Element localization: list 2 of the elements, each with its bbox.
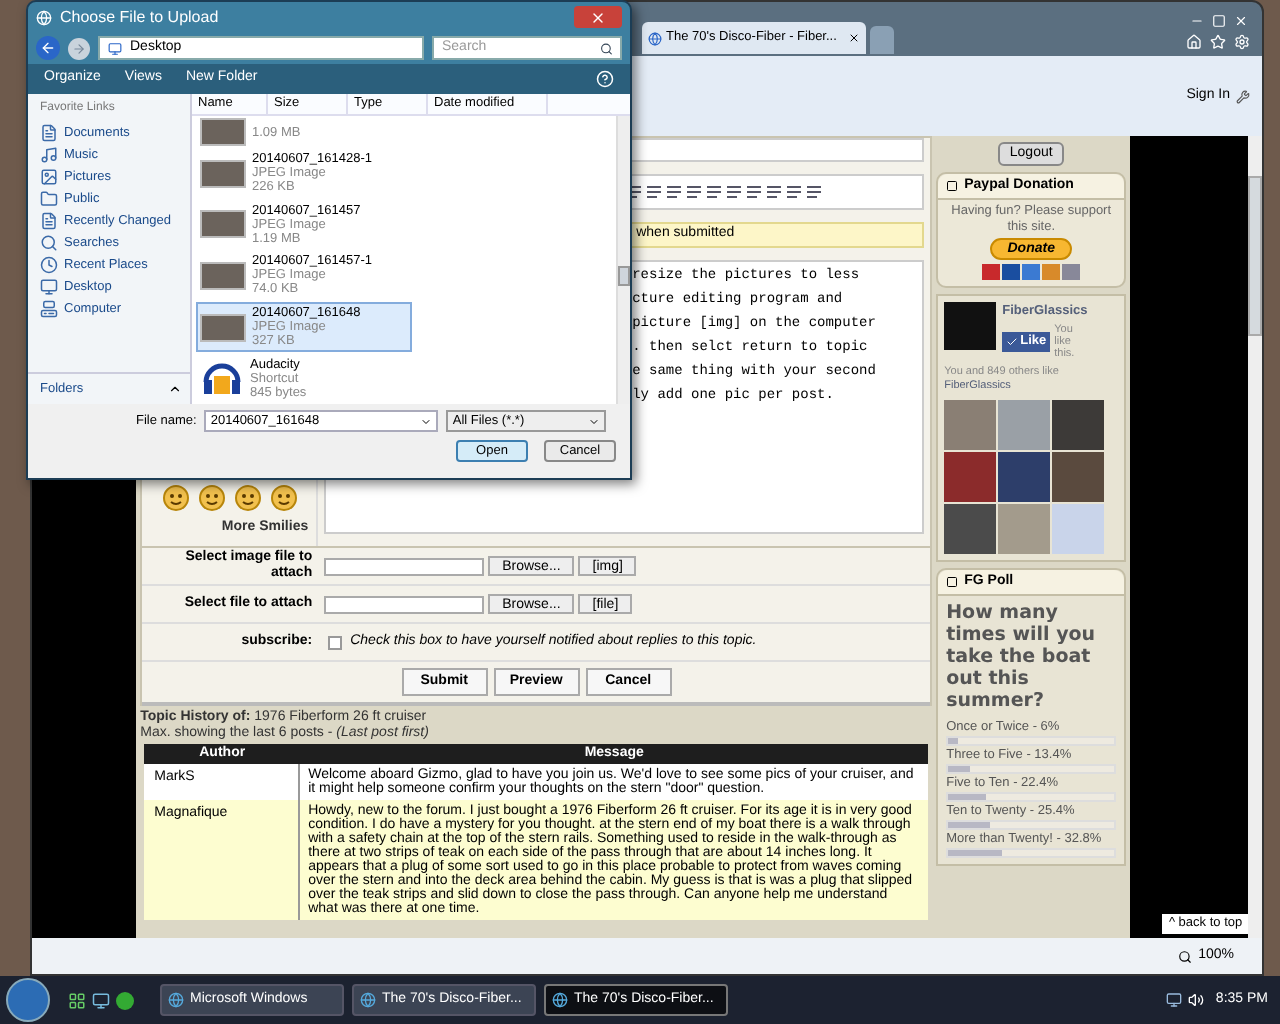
dialog-title: Choose File to Upload bbox=[60, 5, 219, 29]
poll-question: How many times will you take the boat out this summer? bbox=[944, 599, 1098, 716]
